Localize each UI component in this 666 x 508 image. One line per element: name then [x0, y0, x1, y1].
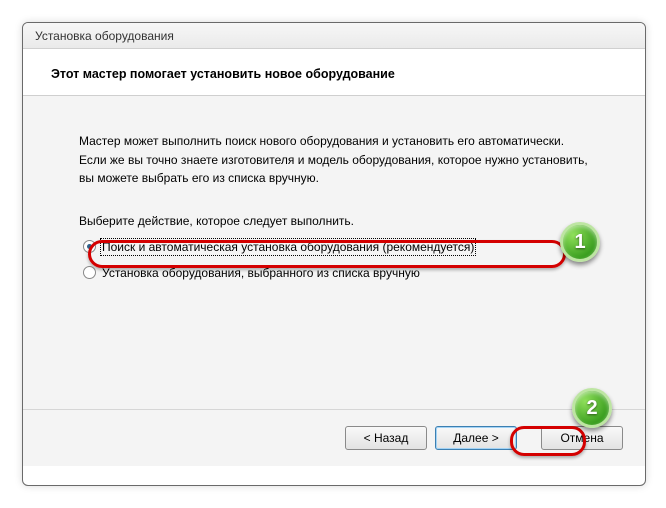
cancel-button[interactable]: Отмена [541, 426, 623, 450]
window-title: Установка оборудования [35, 29, 174, 43]
radio-option-manual-list[interactable]: Установка оборудования, выбранного из сп… [79, 264, 589, 282]
wizard-window: Установка оборудования Этот мастер помог… [22, 22, 646, 486]
body-panel: Мастер может выполнить поиск нового обор… [23, 96, 645, 410]
button-label: Отмена [560, 431, 603, 445]
next-button[interactable]: Далее > [435, 426, 517, 450]
button-label: < Назад [364, 431, 409, 445]
radio-option-auto-search[interactable]: Поиск и автоматическая установка оборудо… [79, 238, 589, 256]
wizard-heading: Этот мастер помогает установить новое об… [51, 67, 617, 81]
back-button[interactable]: < Назад [345, 426, 427, 450]
footer-panel: < Назад Далее > Отмена [23, 410, 645, 466]
description-text: Мастер может выполнить поиск нового обор… [79, 132, 589, 188]
header-panel: Этот мастер помогает установить новое об… [23, 49, 645, 96]
radio-label: Поиск и автоматическая установка оборудо… [102, 240, 474, 254]
button-label: Далее > [453, 431, 499, 445]
radio-icon [83, 266, 96, 279]
prompt-text: Выберите действие, которое следует выпол… [79, 214, 589, 228]
radio-label: Установка оборудования, выбранного из сп… [102, 266, 420, 280]
titlebar: Установка оборудования [23, 23, 645, 49]
radio-icon [83, 240, 96, 253]
